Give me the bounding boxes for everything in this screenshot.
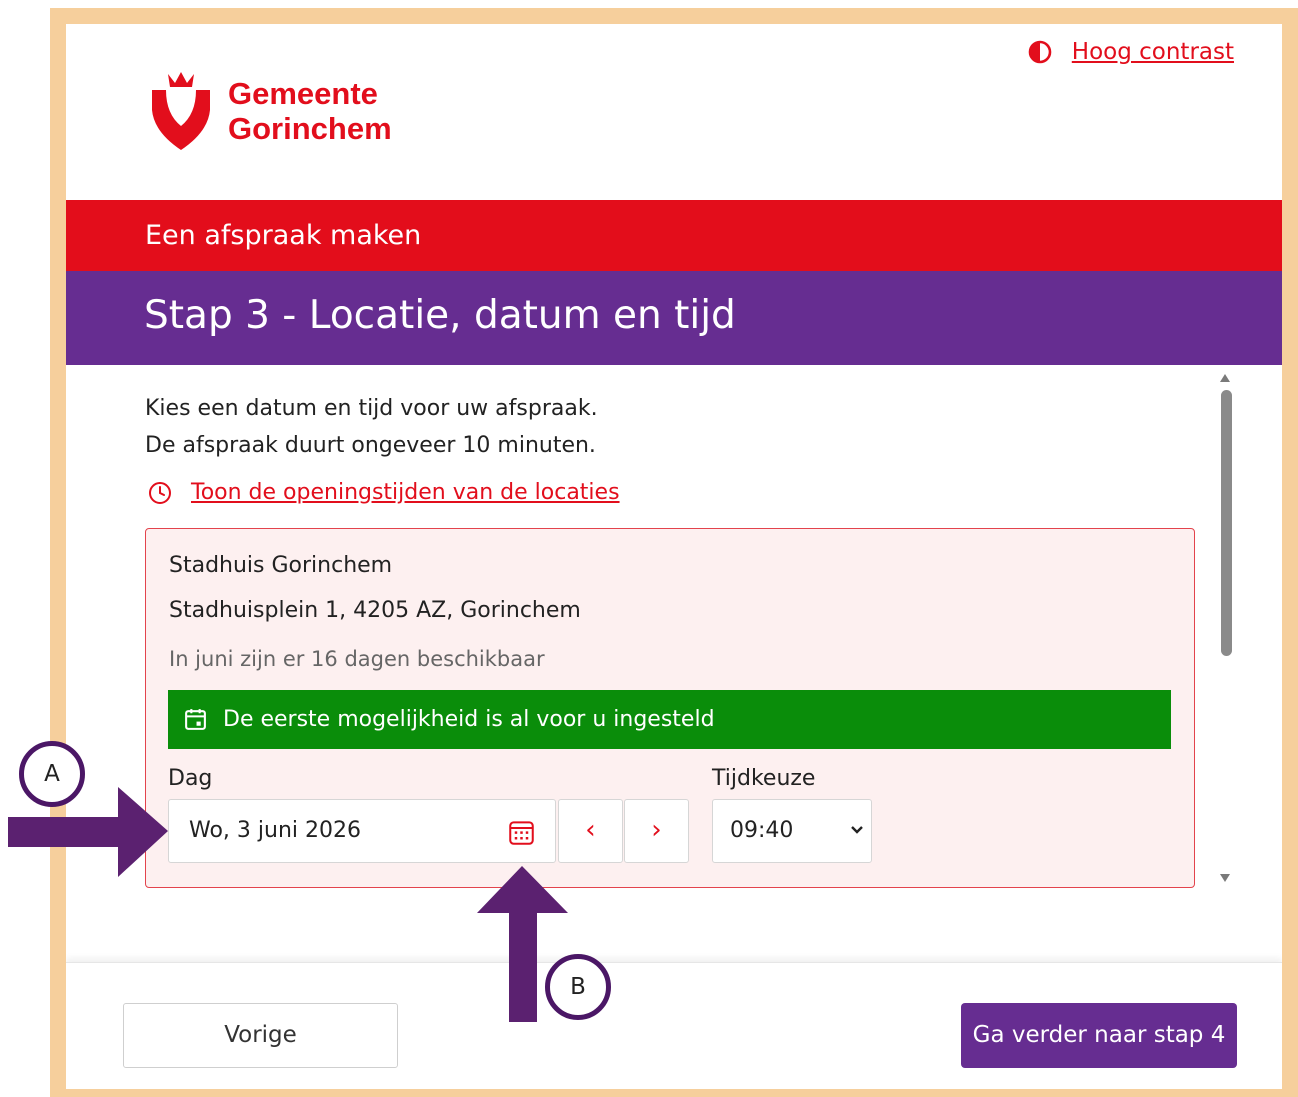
logo-line1: Gemeente [228, 76, 378, 111]
gemeente-logo-icon [152, 72, 210, 150]
day-label: Dag [168, 766, 213, 791]
time-value: 09:40 [730, 818, 794, 843]
annotation-a: A [19, 741, 85, 807]
intro-line-1: Kies een datum en tijd voor uw afspraak. [145, 396, 598, 421]
location-availability: In juni zijn er 16 dagen beschikbaar [169, 647, 545, 671]
time-label: Tijdkeuze [712, 766, 816, 791]
app-window: Gemeente Gorinchem Hoog contrast Een afs… [66, 24, 1282, 1089]
annotation-b: B [545, 954, 611, 1020]
time-select[interactable]: 09:40 [712, 799, 872, 863]
step-banner: Stap 3 - Locatie, datum en tijd [66, 271, 1282, 365]
location-name: Stadhuis Gorinchem [169, 553, 393, 578]
logo-text: Gemeente Gorinchem [228, 76, 392, 146]
opening-hours-link[interactable]: Toon de openingstijden van de locaties [191, 480, 620, 505]
next-day-button[interactable]: › [624, 799, 689, 863]
date-input[interactable]: Wo, 3 juni 2026 [168, 799, 556, 863]
location-address: Stadhuisplein 1, 4205 AZ, Gorinchem [169, 598, 581, 623]
opening-hours-toggle[interactable]: Toon de openingstijden van de locaties [148, 480, 620, 505]
next-step-button[interactable]: Ga verder naar stap 4 [961, 1003, 1237, 1068]
intro-text: Kies een datum en tijd voor uw afspraak.… [145, 390, 598, 464]
high-contrast-link[interactable]: Hoog contrast [1072, 39, 1234, 65]
banner-title: Een afspraak maken [145, 220, 422, 251]
chevron-down-icon [851, 826, 863, 834]
scrollbar-thumb[interactable] [1221, 390, 1232, 656]
chevron-left-icon: ‹ [585, 815, 596, 845]
footer-bar: Vorige Ga verder naar stap 4 [66, 962, 1282, 1089]
location-card: Stadhuis Gorinchem Stadhuisplein 1, 4205… [145, 528, 1195, 888]
high-contrast-toggle[interactable]: Hoog contrast [1028, 39, 1234, 65]
contrast-icon [1028, 40, 1052, 64]
page-banner: Een afspraak maken [66, 200, 1282, 271]
scroll-up-icon[interactable] [1218, 372, 1232, 384]
intro-line-2: De afspraak duurt ongeveer 10 minuten. [145, 433, 596, 458]
first-option-notice: De eerste mogelijkheid is al voor u inge… [168, 690, 1171, 749]
previous-day-button[interactable]: ‹ [558, 799, 623, 863]
scroll-down-icon[interactable] [1218, 872, 1232, 884]
date-value: Wo, 3 juni 2026 [189, 818, 361, 843]
calendar-icon[interactable] [508, 819, 535, 846]
notice-text: De eerste mogelijkheid is al voor u inge… [223, 707, 715, 732]
clock-icon [149, 481, 171, 504]
logo-line2: Gorinchem [228, 111, 392, 146]
previous-button[interactable]: Vorige [123, 1003, 398, 1068]
step-title: Stap 3 - Locatie, datum en tijd [144, 293, 736, 338]
chevron-right-icon: › [651, 815, 662, 845]
calendar-check-icon [185, 709, 206, 730]
